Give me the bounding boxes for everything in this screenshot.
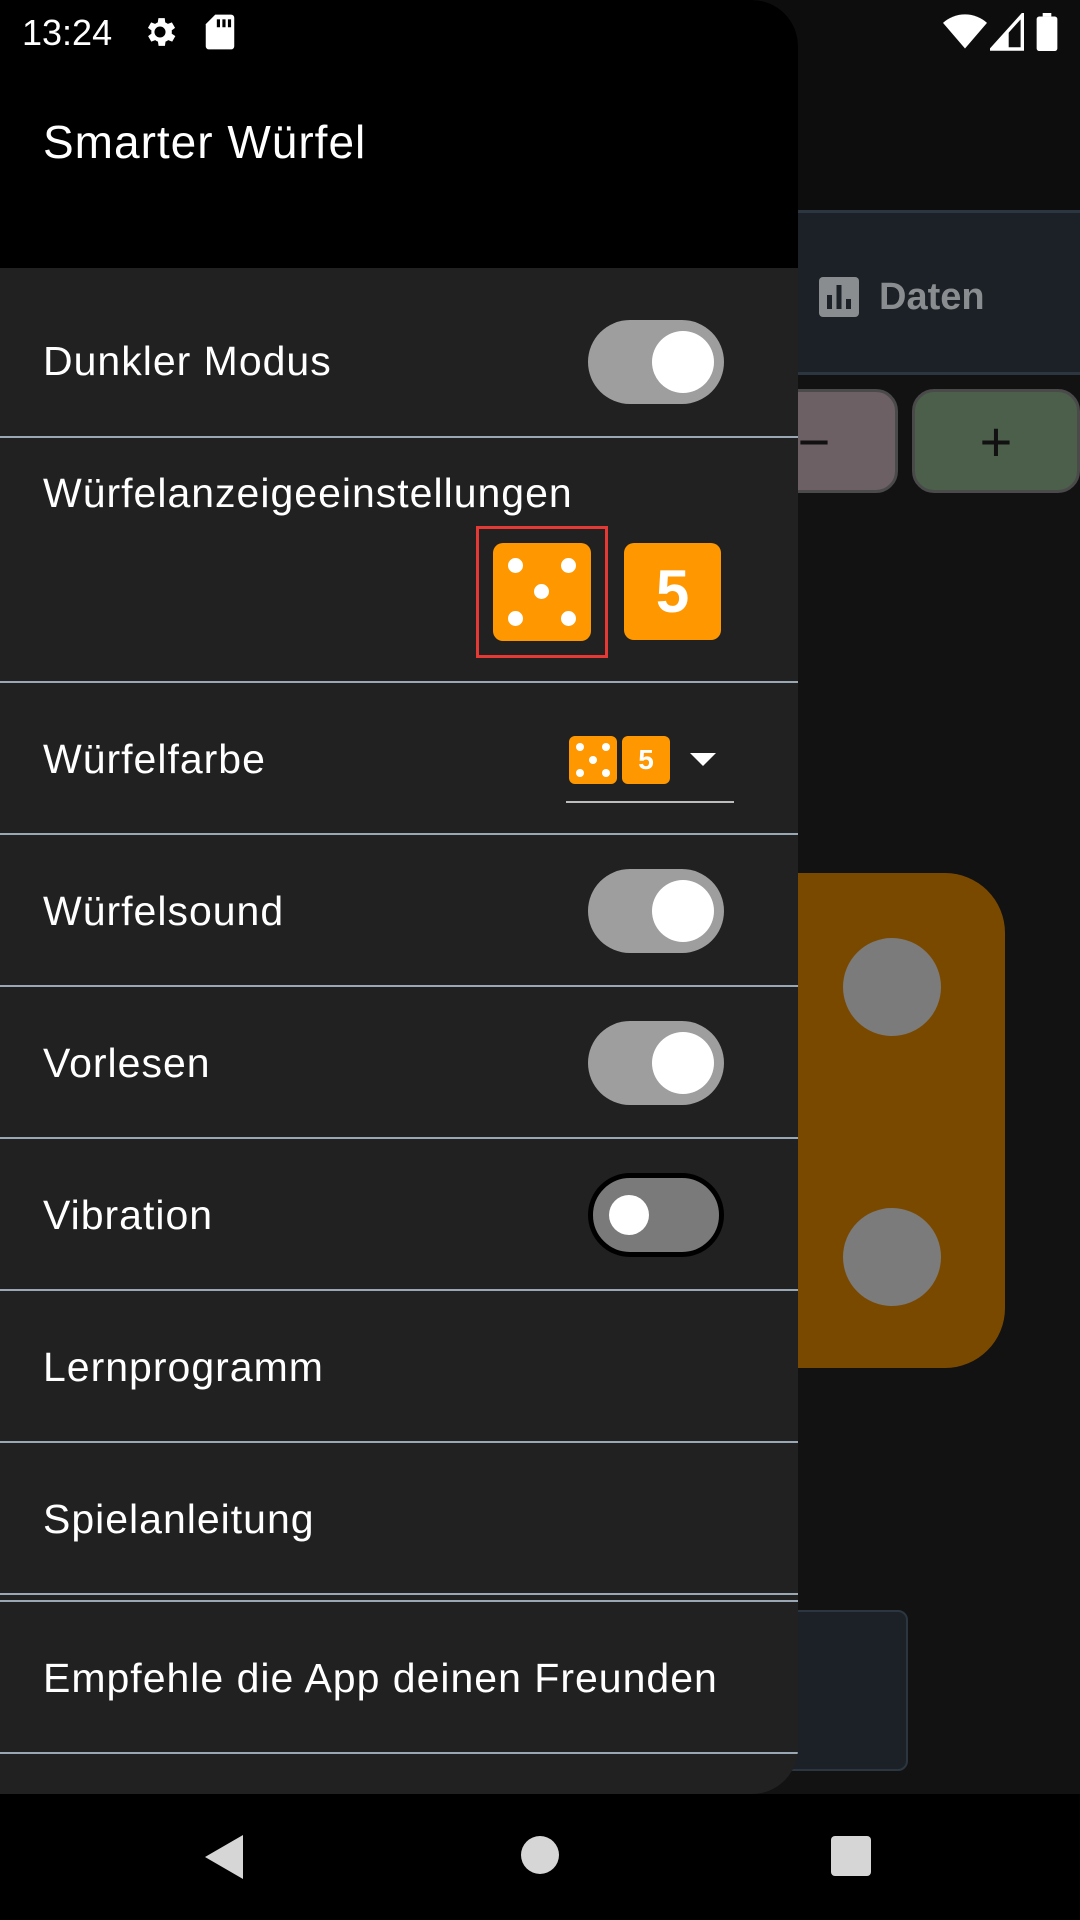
toggle-knob: [652, 880, 714, 942]
bar-chart-icon: [819, 277, 859, 317]
dark-mode-toggle[interactable]: [588, 320, 724, 404]
vibration-label: Vibration: [43, 1192, 214, 1238]
color-preview-pips: [569, 736, 617, 784]
toggle-knob: [609, 1195, 649, 1235]
dark-mode-label: Dunkler Modus: [43, 338, 332, 384]
dice-pip: [589, 756, 597, 764]
setting-dark-mode[interactable]: Dunkler Modus: [0, 268, 798, 438]
color-preview-number: 5: [622, 736, 670, 784]
back-icon[interactable]: [205, 1835, 243, 1879]
dice-display-pips-option[interactable]: [493, 543, 591, 641]
instructions-label: Spielanleitung: [43, 1496, 315, 1542]
navigation-drawer: Smarter Würfel Dunkler Modus Würfelanzei…: [0, 0, 798, 1794]
read-aloud-toggle[interactable]: [588, 1021, 724, 1105]
toggle-knob: [652, 331, 714, 393]
recent-apps-icon[interactable]: [831, 1836, 871, 1876]
dice-pip: [508, 611, 523, 626]
dice-sound-label: Würfelsound: [43, 888, 285, 934]
recommend-label: Empfehle die App deinen Freunden: [43, 1655, 718, 1701]
app-title: Smarter Würfel: [43, 116, 367, 168]
wifi-icon: [943, 14, 987, 49]
menu-item-instructions[interactable]: Spielanleitung: [0, 1443, 798, 1595]
dice-pip: [576, 769, 584, 777]
setting-dice-sound[interactable]: Würfelsound: [0, 835, 798, 987]
dice-pip: [843, 1208, 941, 1306]
dice-pip: [843, 938, 941, 1036]
signal-icon: [990, 13, 1024, 51]
vibration-toggle[interactable]: [588, 1173, 724, 1257]
menu-item-recommend[interactable]: Empfehle die App deinen Freunden: [0, 1602, 798, 1754]
divider: [0, 1593, 798, 1595]
dice-pip: [561, 611, 576, 626]
chevron-down-icon: [690, 753, 716, 766]
dice-color-dropdown[interactable]: 5: [566, 731, 734, 803]
dice-display-number-option[interactable]: 5: [624, 543, 721, 640]
dice-sound-toggle[interactable]: [588, 869, 724, 953]
status-time: 13:24: [22, 12, 113, 53]
increment-button[interactable]: +: [912, 389, 1080, 493]
dice-pip: [561, 558, 576, 573]
read-aloud-label: Vorlesen: [43, 1040, 211, 1086]
sd-card-icon: [205, 14, 235, 50]
gear-icon: [147, 18, 176, 46]
status-bar: 13:24: [0, 0, 1080, 66]
tab-daten[interactable]: Daten: [815, 273, 985, 321]
home-icon[interactable]: [521, 1836, 559, 1874]
battery-icon: [1036, 13, 1058, 51]
dice-pip: [602, 743, 610, 751]
dice-pip: [576, 743, 584, 751]
system-nav-bar: [0, 1794, 1080, 1920]
dice-display-label: Würfelanzeigeeinstellungen: [43, 470, 573, 516]
tab-daten-label: Daten: [879, 275, 985, 318]
menu-item-tutorial[interactable]: Lernprogramm: [0, 1291, 798, 1443]
tutorial-label: Lernprogramm: [43, 1344, 324, 1390]
setting-vibration[interactable]: Vibration: [0, 1139, 798, 1291]
toggle-knob: [652, 1032, 714, 1094]
dice-number: 5: [655, 558, 690, 625]
dice-pip: [508, 558, 523, 573]
dice-pip: [534, 584, 549, 599]
setting-read-aloud[interactable]: Vorlesen: [0, 987, 798, 1139]
dice-pip: [602, 769, 610, 777]
color-preview-digit: 5: [638, 744, 654, 775]
dice-color-label: Würfelfarbe: [43, 736, 266, 782]
